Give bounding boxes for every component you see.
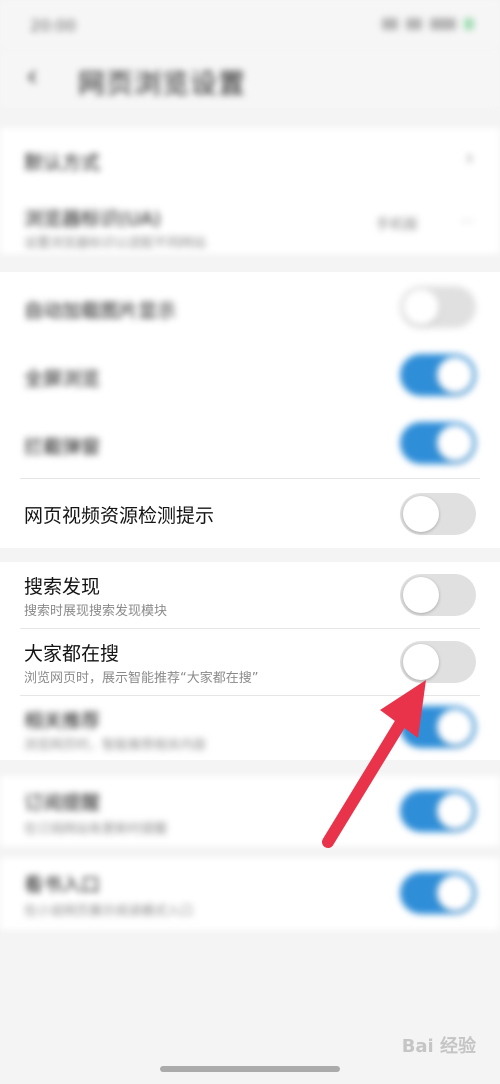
everyone-searching-row[interactable]: 大家都在搜 浏览网页时，展示智能推荐“大家都在搜” bbox=[0, 629, 500, 695]
toggle-switch[interactable] bbox=[400, 354, 476, 396]
row-label: 网页视频资源检测提示 bbox=[24, 505, 215, 527]
search-discover-toggle[interactable] bbox=[400, 574, 476, 616]
title-bar: ‹ 网页浏览设置 bbox=[0, 50, 500, 108]
subscribe-row[interactable]: 订阅提醒 在订阅网站有更新时提醒 bbox=[0, 776, 500, 846]
section-search: 搜索发现 搜索时展现搜索发现模块 大家都在搜 浏览网页时，展示智能推荐“大家都在… bbox=[0, 562, 500, 760]
toggle-knob bbox=[437, 709, 473, 745]
chevron-right-icon: › bbox=[465, 146, 474, 171]
ua-value: 手机版 bbox=[376, 217, 418, 233]
search-discover-row[interactable]: 搜索发现 搜索时展现搜索发现模块 bbox=[0, 562, 500, 628]
status-icons bbox=[382, 18, 474, 30]
toggle-row[interactable]: 拦截弹窗 bbox=[0, 408, 500, 476]
toggle-knob bbox=[437, 357, 473, 393]
row-label: 看书入口 bbox=[24, 874, 101, 896]
watermark-logo: Bai 经验 bbox=[401, 1036, 476, 1057]
row-sub: 设置浏览器标识以适配不同网站 bbox=[24, 236, 207, 251]
page-title: 网页浏览设置 bbox=[78, 69, 246, 100]
toggle-knob bbox=[403, 577, 439, 613]
row-label: 订阅提醒 bbox=[24, 792, 101, 814]
toggle-knob bbox=[403, 644, 439, 680]
row-label: 自动加载图片显示 bbox=[24, 300, 177, 322]
row-sub: 搜索时展现搜索发现模块 bbox=[24, 604, 168, 619]
default-mode-row[interactable]: 默认方式 › bbox=[0, 128, 500, 192]
toggle-knob bbox=[437, 425, 473, 461]
toggle-switch[interactable] bbox=[400, 790, 476, 832]
row-label: 相关推荐 bbox=[24, 710, 101, 732]
wifi-icon bbox=[406, 18, 422, 30]
status-bar: 20:00 bbox=[0, 0, 500, 50]
row-sub: 浏览网页时，展示智能推荐“大家都在搜” bbox=[24, 671, 259, 686]
toggle-switch[interactable] bbox=[400, 286, 476, 328]
row-label: 拦截弹窗 bbox=[24, 436, 101, 458]
row-label: 全屏浏览 bbox=[24, 368, 101, 390]
section-general: 默认方式 › 浏览器标识(UA) 设置浏览器标识以适配不同网站 手机版 ··· bbox=[0, 128, 500, 254]
toggle-row[interactable]: 自动加载图片显示 bbox=[0, 272, 500, 340]
battery-icon bbox=[464, 18, 474, 30]
video-detect-toggle[interactable] bbox=[400, 493, 476, 535]
row-label: 搜索发现 bbox=[24, 576, 101, 598]
section-browsing: 自动加载图片显示 全屏浏览 拦截弹窗 网页视频资源检测提示 bbox=[0, 272, 500, 548]
row-sub: 在小说网页展示阅读模式入口 bbox=[24, 904, 194, 919]
section-subscribe: 订阅提醒 在订阅网站有更新时提醒 bbox=[0, 776, 500, 846]
ua-row[interactable]: 浏览器标识(UA) 设置浏览器标识以适配不同网站 手机版 ··· bbox=[0, 192, 500, 254]
toggle-row[interactable]: 全屏浏览 bbox=[0, 340, 500, 408]
more-icon: ··· bbox=[460, 214, 474, 230]
home-indicator[interactable] bbox=[160, 1066, 340, 1072]
row-label: 大家都在搜 bbox=[24, 643, 120, 665]
everyone-searching-toggle[interactable] bbox=[400, 641, 476, 683]
toggle-knob bbox=[437, 793, 473, 829]
toggle-switch[interactable] bbox=[400, 706, 476, 748]
row-label: 浏览器标识(UA) bbox=[24, 208, 161, 230]
status-time: 20:00 bbox=[30, 16, 77, 35]
section-reading: 看书入口 在小说网页展示阅读模式入口 bbox=[0, 858, 500, 930]
toggle-switch[interactable] bbox=[400, 422, 476, 464]
toggle-knob bbox=[403, 289, 439, 325]
row-sub: 在订阅网站有更新时提醒 bbox=[24, 822, 168, 837]
reading-row[interactable]: 看书入口 在小说网页展示阅读模式入口 bbox=[0, 858, 500, 930]
toggle-knob bbox=[437, 875, 473, 911]
video-detect-row[interactable]: 网页视频资源检测提示 bbox=[0, 479, 500, 548]
back-icon[interactable]: ‹ bbox=[26, 62, 38, 92]
row-label: 默认方式 bbox=[24, 152, 101, 174]
toggle-switch[interactable] bbox=[400, 872, 476, 914]
alarm-icon bbox=[382, 18, 398, 30]
toggle-knob bbox=[403, 496, 439, 532]
signal-icon bbox=[430, 18, 456, 30]
related-recommend-row[interactable]: 相关推荐 浏览网页时，智能推荐相关内容 bbox=[0, 696, 500, 760]
row-sub: 浏览网页时，智能推荐相关内容 bbox=[24, 738, 207, 753]
